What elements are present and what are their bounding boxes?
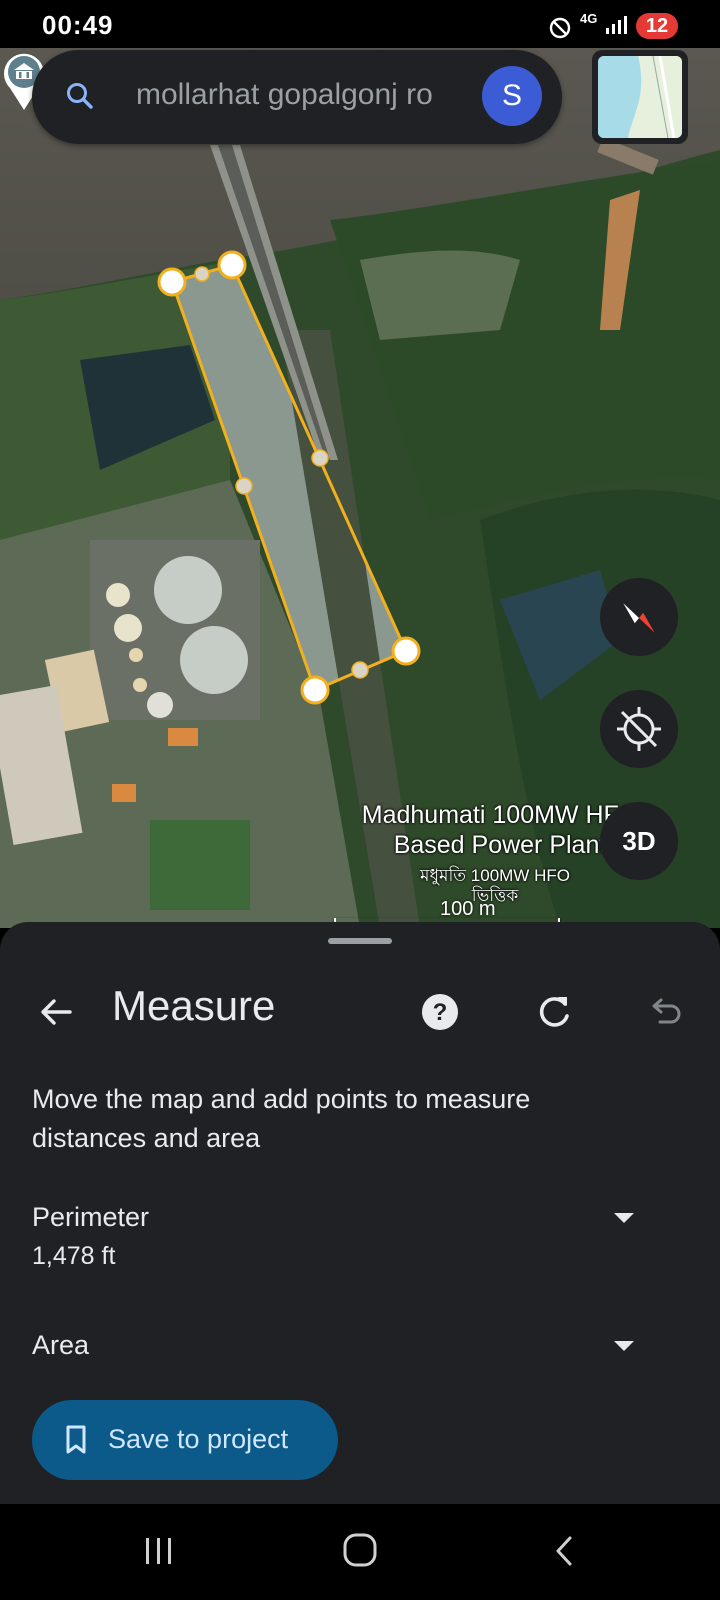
back-arrow-icon[interactable] [36, 992, 76, 1032]
sheet-title: Measure [112, 982, 276, 1029]
save-to-project-button[interactable]: Save to project [32, 1400, 338, 1480]
measure-instructions: Move the map and add points to measure d… [32, 1084, 531, 1153]
3d-toggle-button[interactable]: 3D [600, 802, 678, 880]
help-icon[interactable]: ? [420, 992, 460, 1032]
save-to-project-label: Save to project [108, 1424, 289, 1454]
satellite-map[interactable]: Madhumati 100MW HFO Based Power Plant মধ… [0, 48, 720, 928]
area-label: Area [32, 1330, 90, 1360]
do-not-disturb-icon [549, 17, 571, 39]
bookmark-icon [66, 1425, 86, 1454]
refresh-icon[interactable] [534, 992, 574, 1032]
chevron-down-icon[interactable] [610, 1208, 638, 1228]
back-icon[interactable] [550, 1534, 578, 1568]
my-location-button[interactable] [600, 690, 678, 768]
compass-icon [623, 603, 655, 633]
signal-icon [606, 16, 627, 34]
chevron-down-icon[interactable] [610, 1336, 638, 1356]
status-time: 00:49 [42, 10, 114, 40]
home-icon[interactable] [342, 1532, 378, 1568]
avatar[interactable]: S [482, 66, 542, 126]
search-input[interactable]: mollarhat gopalgonj ro [136, 78, 476, 112]
system-nav-bar [0, 1504, 720, 1600]
scale-label: 100 m [440, 898, 496, 920]
map-imagery [0, 48, 720, 928]
map-layers-button[interactable] [592, 50, 688, 144]
location-disabled-icon [617, 707, 661, 751]
status-bar: 00:49 4G 12 [0, 0, 720, 48]
recent-apps-icon[interactable] [142, 1534, 176, 1568]
svg-text:?: ? [433, 999, 448, 1026]
compass-button[interactable] [600, 578, 678, 656]
search-icon[interactable] [64, 80, 96, 112]
undo-icon[interactable] [646, 992, 686, 1032]
perimeter-label: Perimeter [32, 1202, 150, 1232]
perimeter-value: 1,478 ft [32, 1242, 116, 1270]
map-thumbnail [598, 56, 682, 138]
network-type: 4G [580, 11, 598, 26]
search-bar[interactable]: mollarhat gopalgonj ro S [32, 50, 562, 144]
battery-badge: 12 [636, 13, 678, 39]
sheet-action-bar: Save to project [0, 1374, 720, 1504]
sheet-drag-handle[interactable] [328, 938, 392, 944]
